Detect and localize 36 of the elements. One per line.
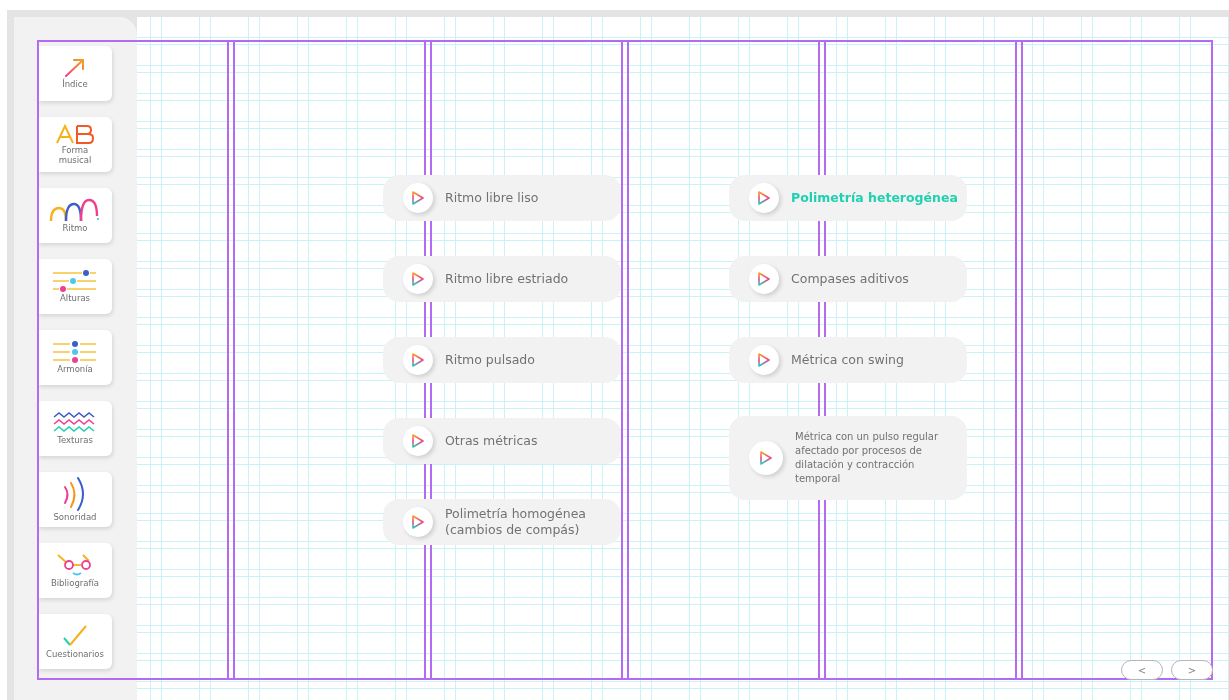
- topic-button[interactable]: Polimetría homogénea (cambios de compás): [383, 499, 621, 545]
- chord-icon: [52, 340, 98, 363]
- arrow-icon: [64, 57, 86, 78]
- glasses-icon: [56, 552, 94, 577]
- play-icon: [749, 345, 779, 375]
- play-icon: [403, 426, 433, 456]
- play-icon: [403, 345, 433, 375]
- topic-button[interactable]: Ritmo libre estriado: [383, 256, 621, 302]
- play-icon: [749, 183, 779, 213]
- sidebar-item[interactable]: Alturas: [38, 259, 112, 314]
- topic-button[interactable]: Compases aditivos: [729, 256, 967, 302]
- waves-icon: [53, 411, 97, 434]
- arcs-icon: [49, 197, 101, 222]
- page-nav-button[interactable]: <: [1121, 660, 1163, 680]
- page-nav-button[interactable]: >: [1171, 660, 1213, 680]
- topic-button[interactable]: Otras métricas: [383, 418, 621, 464]
- topic-button[interactable]: Ritmo libre liso: [383, 175, 621, 221]
- sidebar-item[interactable]: Forma musical: [38, 117, 112, 172]
- topic-button[interactable]: Métrica con un pulso regular afectado por procesos de dilatación y contracción temporal: [729, 416, 967, 500]
- sidebar-item[interactable]: Texturas: [38, 401, 112, 456]
- sidebar-item[interactable]: Ritmo: [38, 188, 112, 243]
- sidebar-item[interactable]: Sonoridad: [38, 472, 112, 527]
- play-icon: [403, 507, 433, 537]
- sliders-icon: [52, 269, 98, 292]
- play-icon: [749, 264, 779, 294]
- sidebar-item[interactable]: Índice: [38, 46, 112, 101]
- topic-button[interactable]: Métrica con swing: [729, 337, 967, 383]
- check-icon: [62, 623, 88, 648]
- play-icon: [749, 441, 783, 475]
- sidebar-item[interactable]: Cuestionarios: [38, 614, 112, 669]
- sidebar-item[interactable]: Bibliografía: [38, 543, 112, 598]
- letters-icon: [55, 124, 95, 145]
- play-icon: [403, 183, 433, 213]
- topic-button[interactable]: Ritmo pulsado: [383, 337, 621, 383]
- sidebar-item[interactable]: Armonía: [38, 330, 112, 385]
- play-icon: [403, 264, 433, 294]
